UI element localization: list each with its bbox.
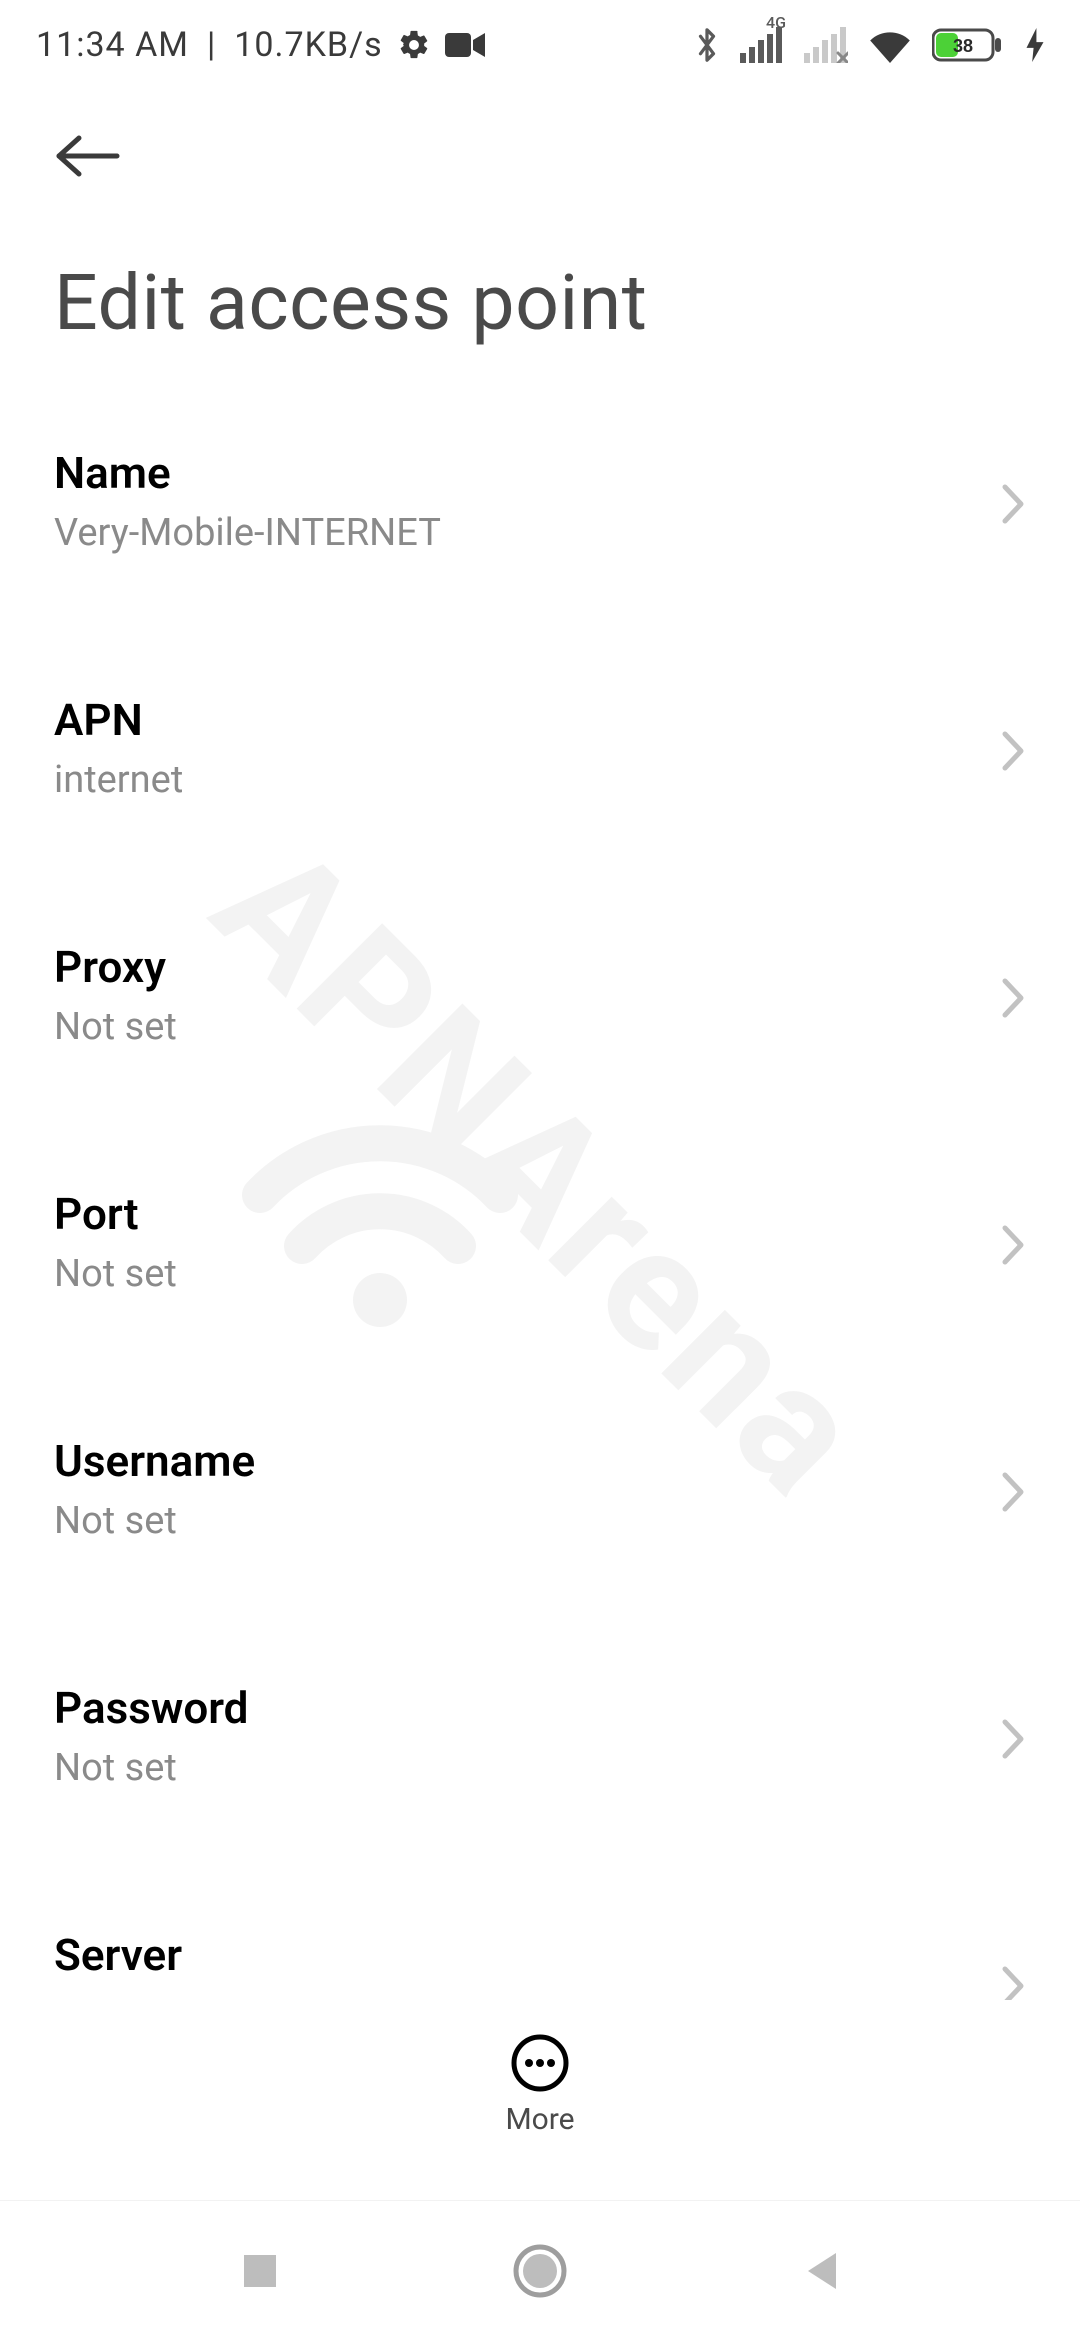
row-value: Not set: [54, 1746, 248, 1790]
row-label: Proxy: [54, 940, 177, 995]
row-value: Not set: [54, 1005, 177, 1049]
header: Edit access point: [0, 116, 1080, 348]
more-button[interactable]: More: [505, 2034, 574, 2137]
row-label: Password: [54, 1681, 248, 1736]
more-icon: [511, 2034, 569, 2092]
bottom-action-bar: More: [0, 2000, 1080, 2170]
chevron-right-icon: [1000, 482, 1026, 526]
row-proxy[interactable]: Proxy Not set: [0, 910, 1080, 1095]
back-button[interactable]: [48, 116, 128, 196]
row-label: Port: [54, 1187, 177, 1242]
row-label: Server: [54, 1928, 182, 1983]
nav-home-button[interactable]: [500, 2231, 580, 2311]
svg-text:38: 38: [953, 36, 973, 56]
nav-back-button[interactable]: [780, 2231, 860, 2311]
row-username[interactable]: Username Not set: [0, 1404, 1080, 1589]
row-label: Name: [54, 446, 441, 501]
more-label: More: [505, 2102, 574, 2137]
row-name[interactable]: Name Very-Mobile-INTERNET: [0, 416, 1080, 601]
signal-sim2-icon: [804, 27, 848, 63]
row-value: Not set: [54, 1252, 177, 1296]
status-bar: 11:34 AM | 10.7KB/s 4G 38: [0, 0, 1080, 90]
charging-icon: [1026, 28, 1044, 62]
row-password[interactable]: Password Not set: [0, 1651, 1080, 1836]
page-title: Edit access point: [54, 258, 1026, 348]
gear-icon: [397, 28, 431, 62]
chevron-right-icon: [1000, 976, 1026, 1020]
row-value: Very-Mobile-INTERNET: [54, 511, 441, 555]
row-port[interactable]: Port Not set: [0, 1157, 1080, 1342]
camera-icon: [445, 31, 485, 59]
row-label: APN: [54, 693, 183, 748]
row-apn[interactable]: APN internet: [0, 663, 1080, 848]
nav-recent-button[interactable]: [220, 2231, 300, 2311]
status-divider: |: [207, 25, 216, 65]
chevron-right-icon: [1000, 1717, 1026, 1761]
bluetooth-icon: [694, 25, 720, 65]
row-label: Username: [54, 1434, 255, 1489]
settings-list: Name Very-Mobile-INTERNET APN internet P…: [0, 416, 1080, 2040]
signal-sim1-icon: 4G: [740, 27, 784, 63]
wifi-icon: [868, 27, 912, 63]
status-time: 11:34 AM: [36, 25, 189, 65]
chevron-right-icon: [1000, 729, 1026, 773]
android-nav-bar: [0, 2200, 1080, 2340]
status-data-rate: 10.7KB/s: [234, 25, 382, 65]
battery-icon: 38: [932, 27, 1006, 63]
row-value: internet: [54, 758, 183, 802]
chevron-right-icon: [1000, 1223, 1026, 1267]
row-value: Not set: [54, 1499, 255, 1543]
chevron-right-icon: [1000, 1470, 1026, 1514]
